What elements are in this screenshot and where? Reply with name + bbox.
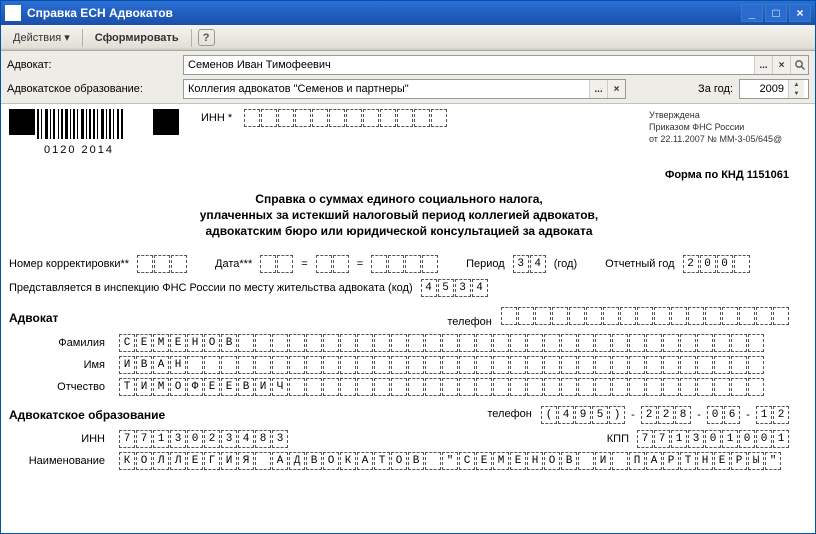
advocate-select-button[interactable]: ... <box>754 56 772 74</box>
help-button[interactable]: ? <box>198 29 215 46</box>
barcode: 0120 2014 <box>9 109 149 153</box>
kpp-cells: 771301001 <box>637 430 789 448</box>
surname-cells: СЕМЕНОВ <box>119 334 764 352</box>
date-label: Дата*** <box>215 258 252 270</box>
corr-cells <box>137 255 187 273</box>
window-title: Справка ЕСН Адвокатов <box>27 6 741 20</box>
patr-cells: ТИМОФЕЕВИЧ <box>119 378 764 396</box>
advocate-clear-button[interactable]: × <box>772 56 790 74</box>
corr-label: Номер корректировки** <box>9 258 129 270</box>
black-square-2 <box>153 109 179 135</box>
close-button[interactable]: × <box>789 4 811 22</box>
phone-label: телефон <box>447 316 491 328</box>
advocate-search-button[interactable] <box>790 56 808 74</box>
inn-star-cells <box>244 109 447 127</box>
document-title: Справка о суммах единого социального нал… <box>9 191 789 239</box>
surname-label: Фамилия <box>9 337 109 349</box>
app-window: Справка ЕСН Адвокатов _ □ × Действия ▾ С… <box>0 0 816 534</box>
org-input[interactable] <box>184 80 589 98</box>
document-area[interactable]: 0120 2014 ИНН * Утверждена Приказом ФНС … <box>1 104 815 533</box>
year-input-group: ▲ ▼ <box>739 79 809 99</box>
org-select-button[interactable]: ... <box>589 80 607 98</box>
actions-menu[interactable]: Действия ▾ <box>7 29 76 46</box>
maximize-button[interactable]: □ <box>765 4 787 22</box>
year-down-button[interactable]: ▼ <box>789 89 804 98</box>
org-phone-row: телефон (495)-228-06-12 <box>487 406 789 424</box>
date-m <box>316 255 349 273</box>
year-label: За год: <box>698 83 733 95</box>
advocate-section: Адвокат <box>9 311 58 325</box>
period-label: Период <box>466 258 505 270</box>
year-input[interactable] <box>740 83 788 95</box>
kpp-label: КПП <box>607 433 629 445</box>
name-cells: ИВАН <box>119 356 764 374</box>
form-code: Форма по КНД 1151061 <box>9 169 789 181</box>
app-icon <box>5 5 21 21</box>
advocate-phone <box>501 307 789 325</box>
date-d <box>260 255 293 273</box>
black-square-1 <box>9 109 35 135</box>
date-y <box>371 255 438 273</box>
name-label: Имя <box>9 359 109 371</box>
minimize-button[interactable]: _ <box>741 4 763 22</box>
year-up-button[interactable]: ▲ <box>789 80 804 89</box>
org-inn-label: ИНН <box>9 433 109 445</box>
period-year: (год) <box>554 258 577 270</box>
form-button[interactable]: Сформировать <box>89 30 185 46</box>
patr-label: Отчество <box>9 381 109 393</box>
advocate-input[interactable] <box>184 56 754 74</box>
org-inn-cells: 7713023483 <box>119 430 288 448</box>
barcode-number: 0120 2014 <box>44 144 114 156</box>
approved-block: Утверждена Приказом ФНС России от 22.11.… <box>649 109 789 145</box>
advocate-label: Адвокат: <box>7 59 177 71</box>
org-label: Адвокатское образование: <box>7 83 177 95</box>
report-year-cells: 200 <box>683 255 750 273</box>
fns-label: Представляется в инспекцию ФНС России по… <box>9 282 413 294</box>
toolbar: Действия ▾ Сформировать ? <box>1 25 815 51</box>
fns-cells: 4534 <box>421 279 488 297</box>
report-year-label: Отчетный год <box>605 258 674 270</box>
naim-label: Наименование <box>9 455 109 467</box>
title-bar: Справка ЕСН Адвокатов _ □ × <box>1 1 815 25</box>
org-clear-button[interactable]: × <box>607 80 625 98</box>
org-input-group: ... × <box>183 79 626 99</box>
filter-panel: Адвокат: ... × Адвокатское образование: … <box>1 51 815 104</box>
period-cells: 34 <box>513 255 546 273</box>
barcode-bars <box>35 109 125 143</box>
inn-star-label: ИНН * <box>201 112 232 124</box>
naim-cells: КОЛЛЕГИЯАДВОКАТОВ"СЕМЕНОВИПАРТНЕРЫ" <box>119 452 781 470</box>
org-section: Адвокатское образование <box>9 408 165 422</box>
advocate-input-group: ... × <box>183 55 809 75</box>
